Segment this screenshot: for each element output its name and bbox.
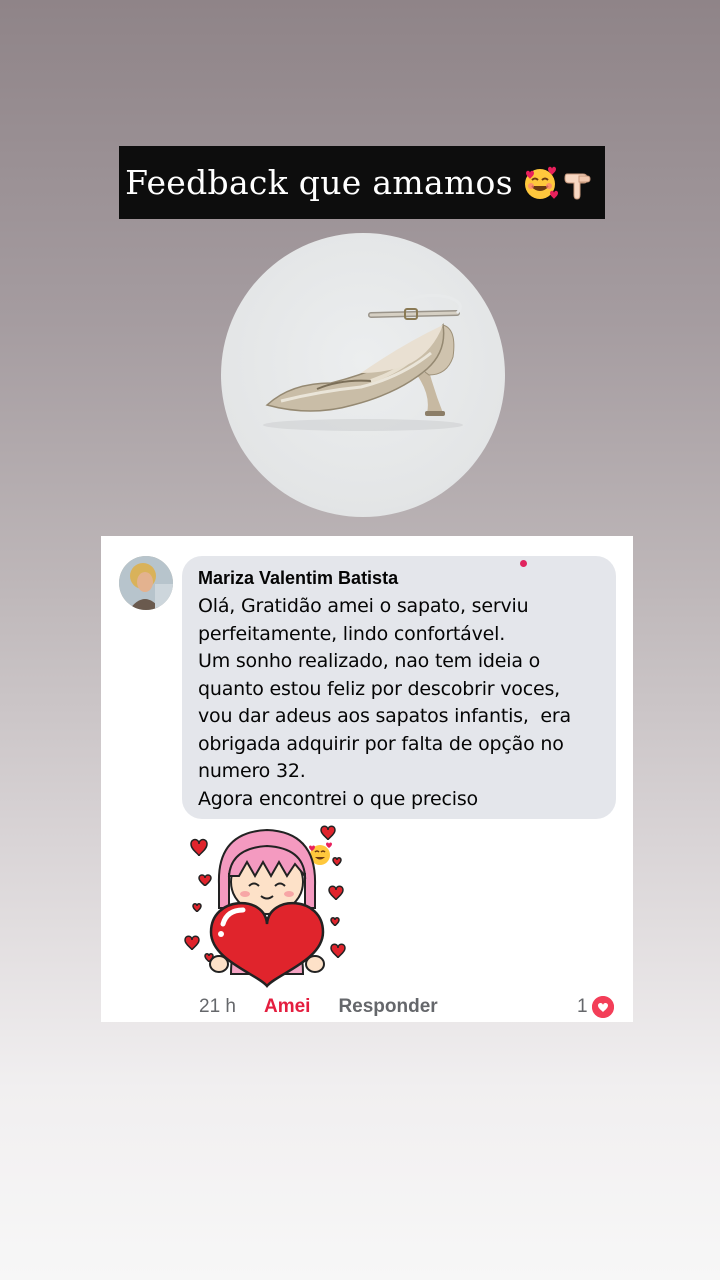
comment-bubble[interactable]: Mariza Valentim Batista Olá, Gratidão am…: [182, 556, 616, 865]
comment-body: Olá, Gratidão amei o sapato, serviu perf…: [198, 595, 571, 810]
avatar[interactable]: [119, 556, 173, 610]
comment-timestamp[interactable]: 21 h: [199, 996, 236, 1018]
love-reaction-button[interactable]: Amei: [264, 996, 310, 1018]
comment-card: Mariza Valentim Batista Olá, Gratidão am…: [101, 536, 633, 1022]
title-banner: Feedback que amamos: [119, 146, 605, 219]
pointing-down-icon: [561, 164, 599, 202]
product-image: [221, 233, 505, 517]
reaction-summary[interactable]: 1: [577, 996, 614, 1018]
comment-author[interactable]: Mariza Valentim Batista: [198, 567, 600, 589]
notification-dot: [520, 560, 527, 567]
shoe-icon: [263, 293, 463, 431]
reply-button[interactable]: Responder: [338, 996, 437, 1018]
reaction-count: 1: [577, 996, 588, 1017]
smiling-face-with-hearts-icon: [521, 164, 559, 202]
love-reaction-icon: [591, 996, 614, 1018]
title-text: Feedback que amamos: [125, 163, 513, 202]
comment-actions: 21 h Amei Responder: [199, 996, 438, 1018]
girl-holding-heart-sticker: [181, 824, 351, 989]
